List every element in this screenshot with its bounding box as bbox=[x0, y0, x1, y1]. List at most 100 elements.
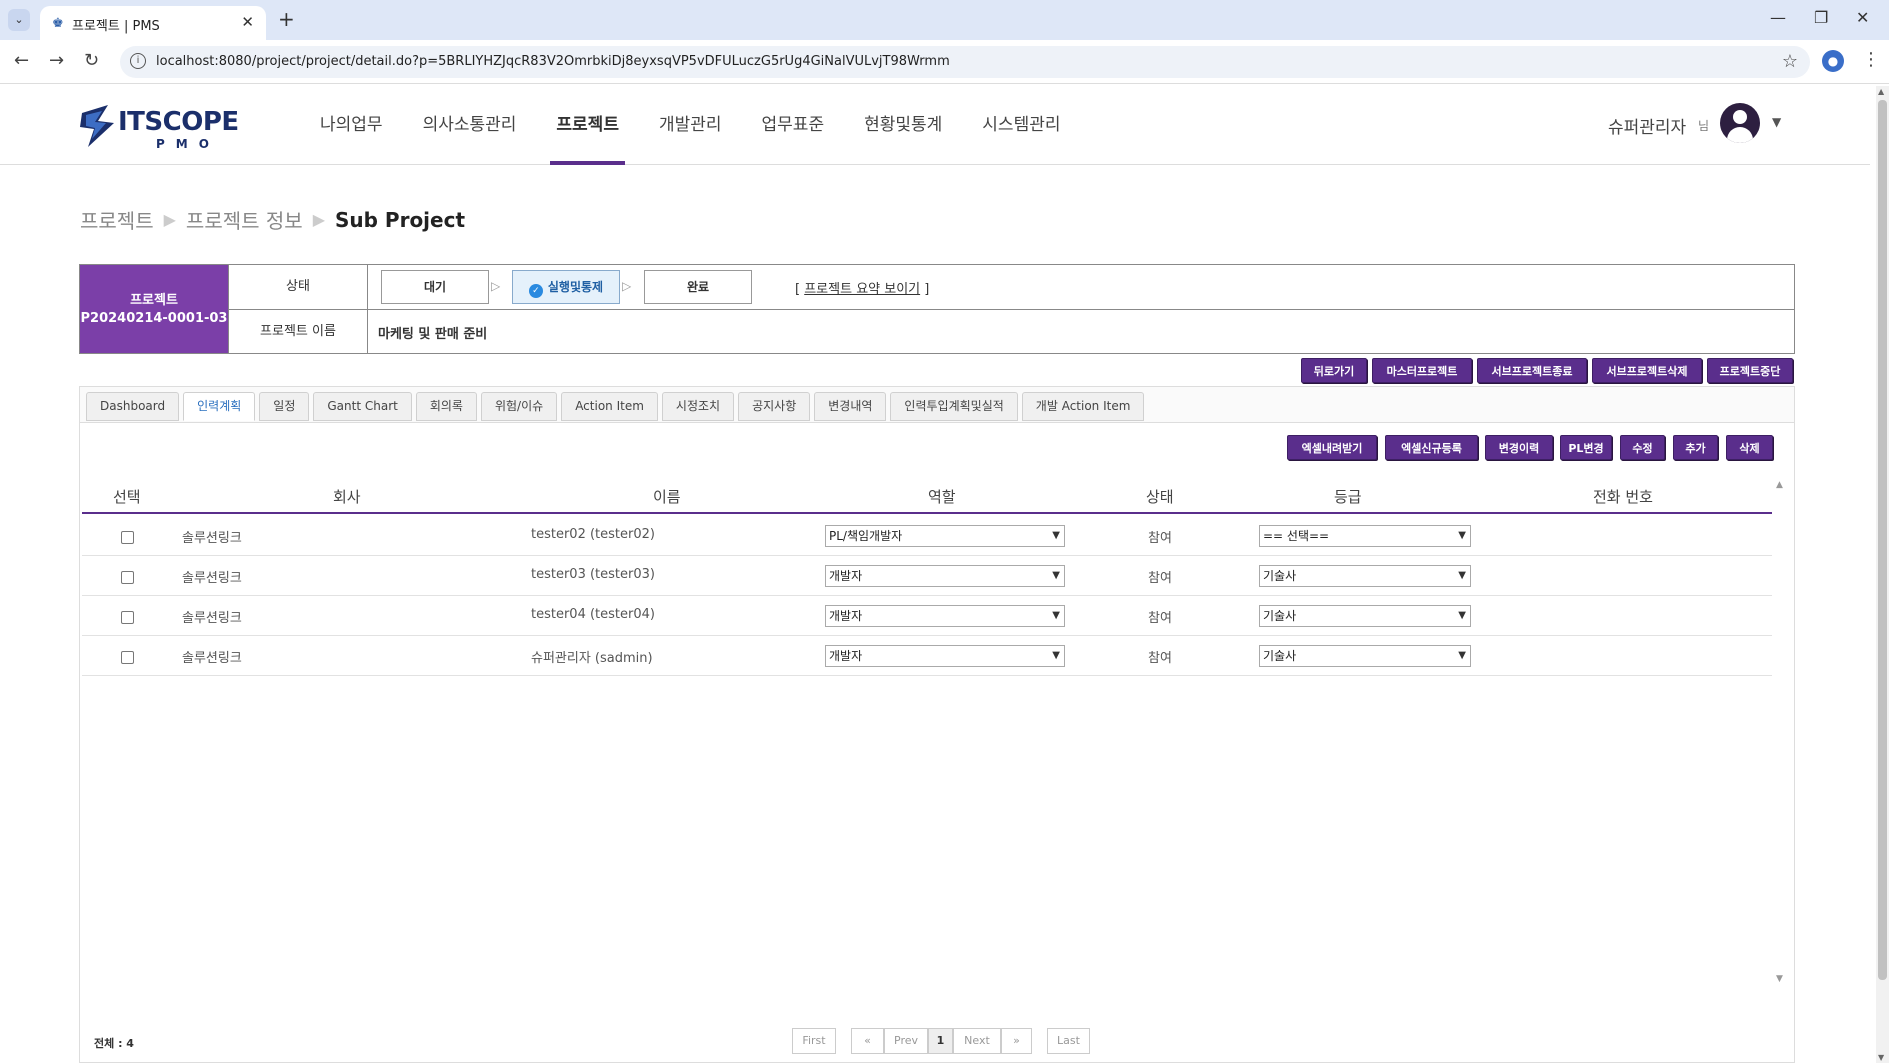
itscope-logo[interactable]: ITSCOPE PMO bbox=[78, 103, 239, 153]
chevron-down-icon: ▼ bbox=[1052, 530, 1060, 541]
url-field[interactable]: i localhost:8080/project/project/detail.… bbox=[120, 46, 1810, 78]
delete-button[interactable]: 삭제 bbox=[1726, 435, 1773, 460]
col-grade: 등급 bbox=[1334, 488, 1362, 506]
tab-search-icon[interactable]: ⌄ bbox=[8, 9, 30, 31]
nav-statistics[interactable]: 현황및통계 bbox=[844, 85, 962, 165]
row-company: 솔루션링크 bbox=[182, 651, 242, 666]
tab-corrective-action[interactable]: 시정조치 bbox=[661, 392, 735, 421]
edit-button[interactable]: 수정 bbox=[1620, 435, 1665, 460]
row-checkbox[interactable] bbox=[121, 571, 134, 584]
tab-minutes[interactable]: 회의록 bbox=[415, 392, 477, 421]
col-name: 이름 bbox=[653, 488, 681, 506]
nav-communication[interactable]: 의사소통관리 bbox=[403, 85, 537, 165]
tab-risk-issue[interactable]: 위험/이슈 bbox=[480, 392, 558, 421]
user-menu-caret-icon[interactable]: ▼ bbox=[1772, 115, 1781, 129]
tab-staffing-actual[interactable]: 인력투입계획및실적 bbox=[890, 392, 1018, 421]
delete-subproject-button[interactable]: 서브프로젝트삭제 bbox=[1592, 358, 1702, 383]
add-button[interactable]: 추가 bbox=[1673, 435, 1718, 460]
scroll-up-icon[interactable]: ▲ bbox=[1878, 87, 1884, 96]
page-first-button[interactable]: First bbox=[792, 1028, 836, 1054]
reload-icon[interactable]: ↻ bbox=[84, 50, 99, 71]
change-history-button[interactable]: 변경이력 bbox=[1485, 435, 1553, 460]
nav-my-work[interactable]: 나의업무 bbox=[300, 85, 403, 165]
url-text: localhost:8080/project/project/detail.do… bbox=[156, 54, 950, 69]
user-avatar-icon[interactable] bbox=[1720, 103, 1760, 143]
bookmark-star-icon[interactable]: ☆ bbox=[1782, 51, 1798, 72]
tab-notice[interactable]: 공지사항 bbox=[738, 392, 811, 421]
grade-select[interactable]: 기술사 ▼ bbox=[1259, 605, 1471, 627]
pl-change-button[interactable]: PL변경 bbox=[1560, 435, 1612, 460]
site-info-icon[interactable]: i bbox=[130, 53, 146, 69]
close-window-icon[interactable]: ✕ bbox=[1856, 8, 1869, 27]
page-next-block-button[interactable]: » bbox=[1001, 1028, 1032, 1054]
project-summary-link[interactable]: [ 프로젝트 요약 보이기 ] bbox=[795, 278, 929, 297]
page-prev-button[interactable]: Prev bbox=[884, 1028, 928, 1054]
browser-profile-icon[interactable]: ● bbox=[1822, 50, 1844, 72]
tab-dashboard[interactable]: Dashboard bbox=[86, 392, 180, 421]
nav-system[interactable]: 시스템관리 bbox=[962, 85, 1080, 165]
scroll-down-icon[interactable]: ▼ bbox=[1878, 1053, 1884, 1062]
browser-tab[interactable]: ♚ 프로젝트 | PMS ✕ bbox=[40, 6, 266, 40]
role-select[interactable]: PL/책임개발자 ▼ bbox=[825, 525, 1065, 547]
scrollbar-thumb[interactable] bbox=[1878, 100, 1887, 980]
total-count: 전체 : 4 bbox=[94, 1037, 134, 1050]
table-row: 솔루션링크 슈퍼관리자 (sadmin) 개발자 ▼ 참여 기술사 ▼ bbox=[82, 636, 1772, 676]
stop-project-button[interactable]: 프로젝트중단 bbox=[1707, 358, 1793, 383]
table-row: 솔루션링크 tester02 (tester02) PL/책임개발자 ▼ 참여 =… bbox=[82, 516, 1772, 556]
grade-select[interactable]: 기술사 ▼ bbox=[1259, 645, 1471, 667]
row-status: 참여 bbox=[1148, 651, 1172, 666]
step-arrow-icon: ▷ bbox=[491, 279, 501, 293]
excel-download-button[interactable]: 엑셀내려받기 bbox=[1287, 435, 1377, 460]
close-tab-icon[interactable]: ✕ bbox=[241, 13, 254, 31]
row-checkbox[interactable] bbox=[121, 651, 134, 664]
user-name: 슈퍼관리자 bbox=[1608, 118, 1687, 138]
main-nav: 나의업무 의사소통관리 프로젝트 개발관리 업무표준 현황및통계 시스템관리 bbox=[300, 85, 1081, 165]
site-favicon-icon: ♚ bbox=[52, 16, 64, 31]
role-select[interactable]: 개발자 ▼ bbox=[825, 605, 1065, 627]
new-tab-icon[interactable]: + bbox=[278, 7, 295, 31]
project-id-cell: 프로젝트 P20240214-0001-03 bbox=[80, 265, 228, 353]
col-role: 역할 bbox=[928, 488, 956, 506]
restore-icon[interactable]: ❐ bbox=[1814, 8, 1828, 27]
grid-scroll-up-icon[interactable]: ▲ bbox=[1776, 480, 1783, 490]
grade-select[interactable]: == 선택== ▼ bbox=[1259, 525, 1471, 547]
grid-scroll-down-icon[interactable]: ▼ bbox=[1776, 974, 1783, 984]
role-select-value: 개발자 bbox=[829, 649, 863, 663]
minimize-icon[interactable]: — bbox=[1770, 8, 1786, 27]
page-prev-block-button[interactable]: « bbox=[851, 1028, 884, 1054]
browser-menu-icon[interactable]: ⋮ bbox=[1862, 49, 1880, 70]
end-subproject-button[interactable]: 서브프로젝트종료 bbox=[1477, 358, 1587, 383]
nav-development[interactable]: 개발관리 bbox=[639, 85, 742, 165]
project-id-value: P20240214-0001-03 bbox=[80, 311, 228, 326]
page-scrollbar[interactable]: ▲ ▼ bbox=[1876, 86, 1889, 1063]
back-icon[interactable]: ← bbox=[14, 50, 29, 71]
tab-gantt-chart[interactable]: Gantt Chart bbox=[313, 392, 412, 421]
nav-project[interactable]: 프로젝트 bbox=[536, 85, 639, 165]
tab-change-history[interactable]: 변경내역 bbox=[814, 392, 887, 421]
role-select[interactable]: 개발자 ▼ bbox=[825, 645, 1065, 667]
row-checkbox[interactable] bbox=[121, 611, 134, 624]
master-project-button[interactable]: 마스터프로젝트 bbox=[1372, 358, 1472, 383]
status-step-done: 완료 bbox=[644, 270, 752, 304]
page-next-button[interactable]: Next bbox=[953, 1028, 1001, 1054]
tab-action-item[interactable]: Action Item bbox=[561, 392, 658, 421]
nav-standards[interactable]: 업무표준 bbox=[742, 85, 845, 165]
tab-dev-action-item[interactable]: 개발 Action Item bbox=[1021, 392, 1145, 421]
row-checkbox[interactable] bbox=[121, 531, 134, 544]
forward-icon[interactable]: → bbox=[49, 50, 64, 71]
breadcrumb-project[interactable]: 프로젝트 bbox=[80, 205, 154, 234]
page-last-button[interactable]: Last bbox=[1047, 1028, 1090, 1054]
row-company: 솔루션링크 bbox=[182, 611, 242, 626]
excel-upload-button[interactable]: 엑셀신규등록 bbox=[1385, 435, 1478, 460]
breadcrumb-project-info[interactable]: 프로젝트 정보 bbox=[186, 205, 303, 234]
tab-schedule[interactable]: 일정 bbox=[259, 392, 310, 421]
user-honorific: 님 bbox=[1698, 119, 1710, 133]
table-row: 솔루션링크 tester04 (tester04) 개발자 ▼ 참여 기술사 ▼ bbox=[82, 596, 1772, 636]
back-button[interactable]: 뒤로가기 bbox=[1301, 358, 1367, 383]
project-name-value: 마케팅 및 판매 준비 bbox=[378, 327, 488, 342]
app-header: ITSCOPE PMO 나의업무 의사소통관리 프로젝트 개발관리 업무표준 현… bbox=[0, 85, 1870, 165]
grade-select[interactable]: 기술사 ▼ bbox=[1259, 565, 1471, 587]
role-select[interactable]: 개발자 ▼ bbox=[825, 565, 1065, 587]
page-number-button[interactable]: 1 bbox=[928, 1028, 953, 1054]
tab-staffing-plan[interactable]: 인력계획 bbox=[183, 392, 256, 421]
